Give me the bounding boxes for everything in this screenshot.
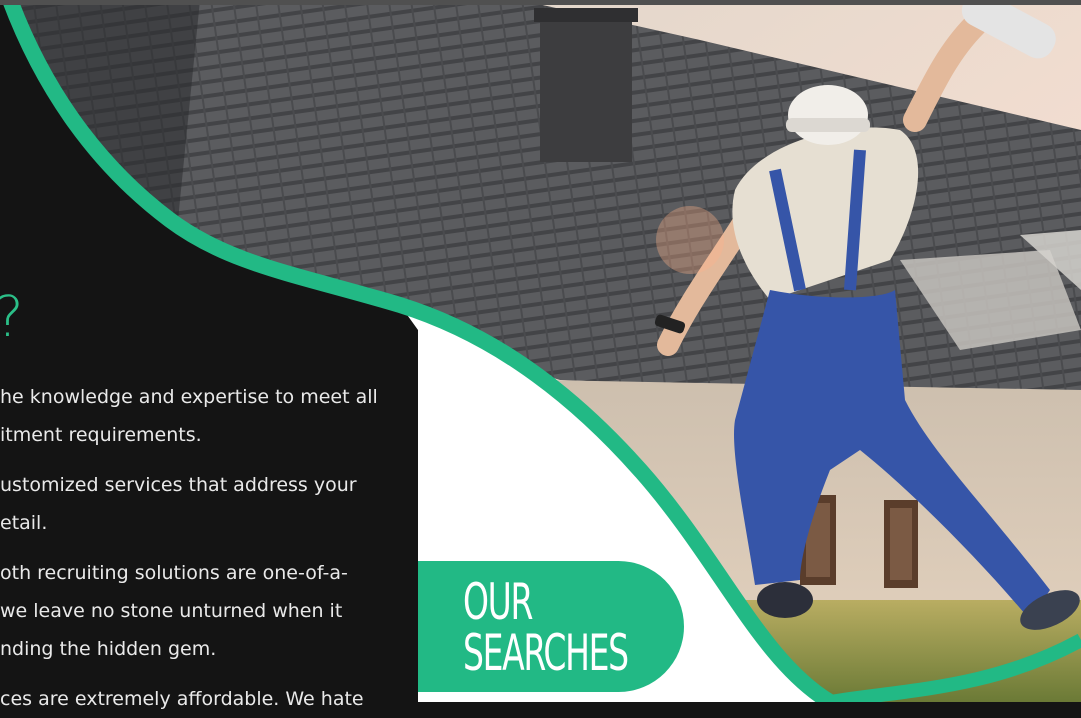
- paragraph-1-line-2: itment requirements.: [0, 424, 202, 446]
- panel-heading: ?: [0, 290, 24, 346]
- paragraph-3-line-1: oth recruiting solutions are one-of-a-: [0, 562, 348, 584]
- paragraph-1: he knowledge and expertise to meet all i…: [0, 378, 400, 454]
- paragraph-3: oth recruiting solutions are one-of-a- w…: [0, 554, 400, 668]
- our-searches-button[interactable]: OUR SEARCHES: [418, 561, 684, 692]
- panel-text: he knowledge and expertise to meet all i…: [0, 378, 400, 718]
- paragraph-4: ces are extremely affordable. We hate: [0, 680, 400, 718]
- paragraph-1-line-1: he knowledge and expertise to meet all: [0, 386, 378, 408]
- paragraph-4-line-1: ces are extremely affordable. We hate: [0, 688, 364, 710]
- paragraph-2-line-2: etail.: [0, 512, 48, 534]
- top-border: [0, 0, 1081, 5]
- paragraph-2-line-1: ustomized services that address your: [0, 474, 357, 496]
- our-searches-line-1: OUR: [463, 573, 533, 631]
- paragraph-2: ustomized services that address your eta…: [0, 466, 400, 542]
- our-searches-line-2: SEARCHES: [463, 624, 629, 682]
- paragraph-3-line-3: nding the hidden gem.: [0, 638, 217, 660]
- paragraph-3-line-2: we leave no stone unturned when it: [0, 600, 343, 622]
